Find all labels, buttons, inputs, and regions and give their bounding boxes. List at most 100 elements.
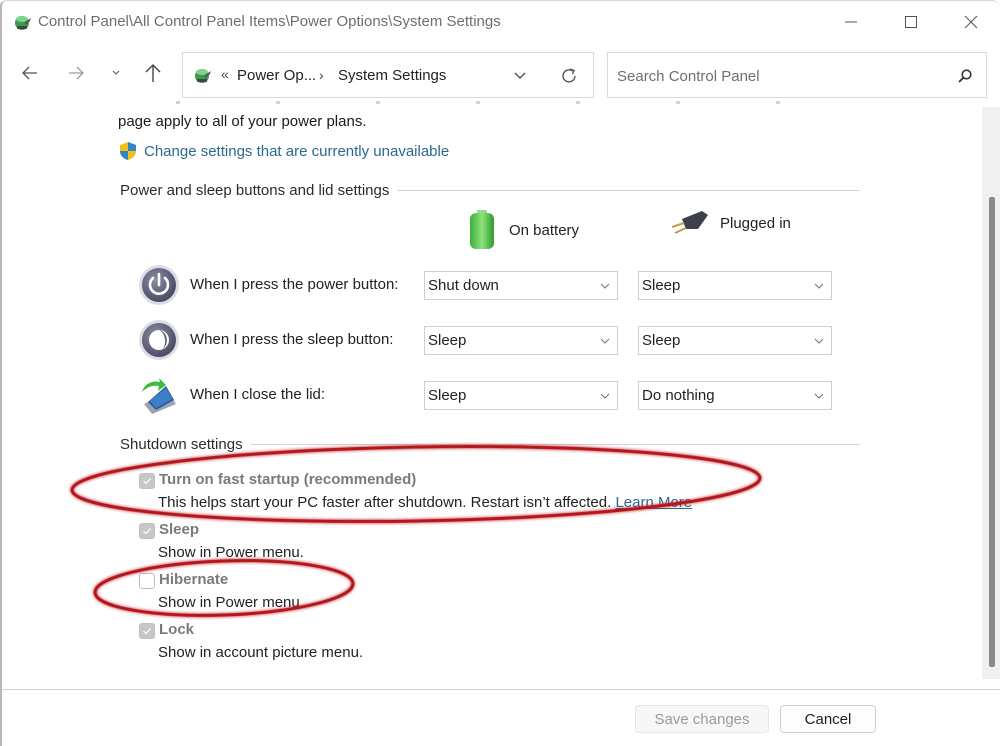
title-bar: Control Panel\All Control Panel Items\Po… — [2, 1, 1000, 43]
setting-label: When I press the power button: — [190, 276, 399, 293]
power-button-on-battery-select[interactable]: Shut down — [424, 271, 618, 300]
option-description: Show in Power menu. — [158, 544, 304, 561]
setting-label: When I close the lid: — [190, 386, 326, 403]
close-lid-setting-row: When I close the lid: Sleep Do nothing — [138, 374, 838, 418]
chevron-down-icon — [600, 283, 610, 289]
checkmark-icon — [143, 528, 151, 535]
close-icon — [964, 15, 978, 29]
navigation-bar: « Power Op... › System Settings — [2, 49, 1000, 99]
sleep-option: Sleep Show in Power menu. — [139, 521, 739, 565]
control-panel-window: Control Panel\All Control Panel Items\Po… — [0, 0, 1000, 746]
up-button[interactable] — [139, 59, 167, 87]
chevron-down-icon — [814, 393, 824, 399]
breadcrumb-system-settings[interactable]: System Settings — [338, 67, 446, 84]
selected-value: Sleep — [428, 387, 467, 404]
checkmark-icon — [143, 628, 151, 635]
chevron-down-icon — [814, 283, 824, 289]
search-box[interactable] — [607, 52, 987, 98]
selected-value: Sleep — [642, 277, 681, 294]
change-unavailable-settings-link[interactable]: Change settings that are currently unava… — [118, 141, 449, 161]
column-header-on-battery: On battery — [465, 209, 579, 251]
sleep-button-setting-row: When I press the sleep button: Sleep Sle… — [138, 319, 838, 363]
option-description: Show in Power menu. — [158, 594, 304, 611]
forward-button[interactable] — [62, 59, 90, 87]
address-overflow-button[interactable]: « — [221, 66, 229, 82]
close-lid-on-battery-select[interactable]: Sleep — [424, 381, 618, 410]
group-title: Shutdown settings — [120, 436, 243, 453]
group-title: Power and sleep buttons and lid settings — [120, 182, 390, 199]
power-options-icon — [15, 16, 31, 30]
save-changes-button[interactable]: Save changes — [635, 705, 769, 733]
refresh-button[interactable] — [557, 64, 581, 88]
maximize-icon — [905, 16, 917, 28]
cancel-button[interactable]: Cancel — [780, 705, 876, 733]
selected-value: Sleep — [642, 332, 681, 349]
shutdown-settings-group-header: Shutdown settings — [120, 436, 860, 453]
arrow-right-icon — [69, 66, 84, 80]
search-input[interactable] — [617, 65, 937, 87]
breadcrumb-power-options[interactable]: Power Op... — [237, 67, 316, 84]
selected-value: Do nothing — [642, 387, 715, 404]
description-text: This helps start your PC faster after sh… — [158, 494, 612, 511]
chevron-down-icon — [600, 338, 610, 344]
scrollbar-thumb[interactable] — [989, 197, 995, 667]
maximize-button[interactable] — [888, 5, 934, 39]
footer-divider — [2, 689, 1000, 690]
intro-text: page apply to all of your power plans. — [118, 113, 367, 130]
sleep-button-plugged-in-select[interactable]: Sleep — [638, 326, 832, 355]
option-description: This helps start your PC faster after sh… — [158, 494, 692, 511]
option-title: Hibernate — [159, 571, 229, 588]
breadcrumb-separator[interactable]: › — [319, 67, 324, 83]
window-title: Control Panel\All Control Panel Items\Po… — [38, 13, 501, 30]
fast-startup-option: Turn on fast startup (recommended) This … — [139, 471, 739, 515]
hibernate-option: Hibernate Show in Power menu. — [139, 571, 739, 615]
battery-icon — [470, 210, 494, 249]
power-plug-icon — [671, 211, 708, 234]
arrow-up-icon — [145, 64, 161, 82]
column-header-plugged-in: Plugged in — [668, 209, 791, 237]
group-divider — [397, 190, 860, 191]
sleep-button-on-battery-select[interactable]: Sleep — [424, 326, 618, 355]
close-button[interactable] — [948, 5, 994, 39]
recent-locations-button[interactable] — [102, 59, 130, 87]
search-button[interactable] — [954, 65, 976, 87]
chevron-down-icon — [514, 72, 526, 79]
refresh-icon — [562, 68, 576, 83]
chevron-down-icon — [814, 338, 824, 344]
minimize-button[interactable] — [828, 5, 874, 39]
option-title: Sleep — [159, 521, 200, 538]
power-options-icon — [195, 69, 211, 83]
back-button[interactable] — [16, 59, 44, 87]
option-title: Lock — [159, 621, 195, 638]
column-label: Plugged in — [720, 214, 791, 232]
address-bar[interactable]: « Power Op... › System Settings — [182, 52, 594, 98]
laptop-lid-icon — [142, 378, 176, 414]
content-area: page apply to all of your power plans. C… — [2, 99, 1000, 689]
group-divider — [250, 444, 860, 445]
arrow-left-icon — [22, 66, 37, 80]
close-lid-plugged-in-select[interactable]: Do nothing — [638, 381, 832, 410]
sleep-button-icon — [139, 320, 179, 360]
checkmark-icon — [143, 478, 151, 485]
sleep-checkbox[interactable] — [139, 523, 155, 539]
address-history-dropdown[interactable] — [509, 65, 531, 87]
column-label: On battery — [509, 221, 580, 239]
clipped-text-line — [118, 101, 798, 104]
power-button-setting-row: When I press the power button: Shut down… — [138, 264, 838, 308]
lock-option: Lock Show in account picture menu. — [139, 621, 739, 665]
option-description: Show in account picture menu. — [158, 644, 364, 661]
uac-shield-icon — [120, 142, 136, 160]
power-buttons-group-header: Power and sleep buttons and lid settings — [120, 182, 860, 199]
selected-value: Sleep — [428, 332, 467, 349]
fast-startup-checkbox[interactable] — [139, 473, 155, 489]
power-button-plugged-in-select[interactable]: Sleep — [638, 271, 832, 300]
selected-value: Shut down — [428, 277, 499, 294]
setting-label: When I press the sleep button: — [190, 331, 394, 348]
chevron-down-icon — [112, 70, 120, 75]
minimize-icon — [845, 21, 857, 23]
hibernate-checkbox[interactable] — [139, 573, 155, 589]
chevron-down-icon — [600, 393, 610, 399]
lock-checkbox[interactable] — [139, 623, 155, 639]
learn-more-link[interactable]: Learn More — [615, 494, 692, 511]
uac-link-label[interactable]: Change settings that are currently unava… — [144, 143, 449, 160]
